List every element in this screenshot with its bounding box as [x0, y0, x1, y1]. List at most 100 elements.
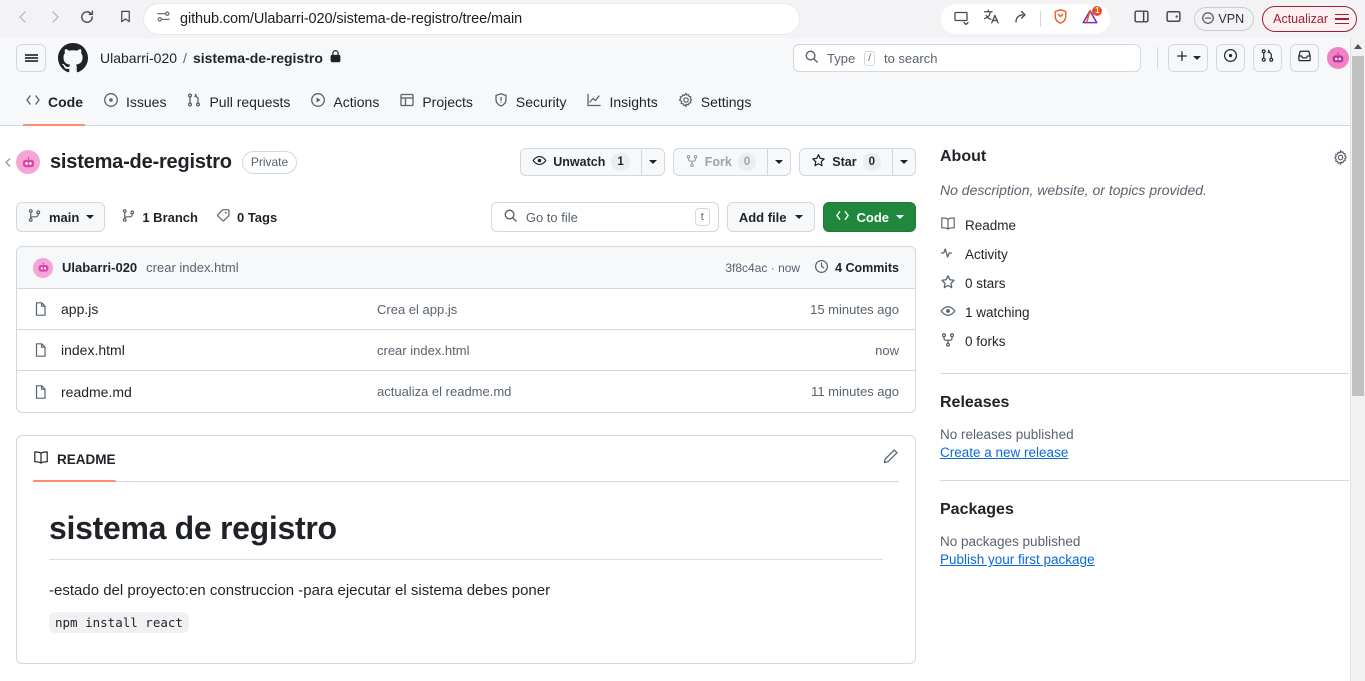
- global-nav-menu-button[interactable]: [16, 44, 46, 72]
- edit-repository-details-button[interactable]: [1332, 149, 1349, 166]
- search-shortcut-kbd: /: [864, 50, 875, 66]
- repo-sidebar: About No description, website, or topics…: [940, 126, 1349, 664]
- vpn-status-icon: [1202, 11, 1215, 27]
- forward-button[interactable]: [40, 5, 70, 33]
- forward-arrow-icon: [47, 9, 63, 30]
- create-release-link[interactable]: Create a new release: [940, 445, 1349, 460]
- site-settings-icon[interactable]: [156, 9, 171, 29]
- sidebar-toggle-button[interactable]: [1126, 5, 1156, 33]
- breadcrumb-repo[interactable]: sistema-de-registro: [193, 50, 323, 66]
- tab-label: Code: [48, 93, 83, 110]
- notifications-button[interactable]: [1290, 44, 1319, 72]
- sidebar-collapse-chevron-icon[interactable]: [2, 156, 15, 174]
- table-row[interactable]: index.html crear index.html now: [17, 330, 915, 371]
- tab-actions[interactable]: Actions: [301, 78, 388, 125]
- gear-icon: [678, 92, 694, 111]
- tab-settings[interactable]: Settings: [669, 78, 761, 125]
- about-stars-link[interactable]: 0 stars: [940, 272, 1349, 295]
- translate-button[interactable]: [977, 6, 1005, 32]
- about-forks-link[interactable]: 0 forks: [940, 330, 1349, 353]
- star-button[interactable]: Star 0: [799, 148, 892, 176]
- tab-projects[interactable]: Projects: [390, 78, 482, 125]
- about-readme-link[interactable]: Readme: [940, 214, 1349, 237]
- github-logo-icon[interactable]: [58, 43, 88, 73]
- commit-sha-time[interactable]: 3f8c4ac · now: [725, 261, 800, 275]
- pull-requests-button[interactable]: [1253, 44, 1282, 72]
- github-header-actions: [1155, 44, 1349, 72]
- pull-request-icon: [1260, 48, 1275, 68]
- share-icon: [1013, 9, 1029, 30]
- page-scrollbar[interactable]: [1350, 38, 1365, 681]
- reload-button[interactable]: [72, 5, 102, 33]
- edit-readme-button[interactable]: [882, 448, 899, 470]
- create-new-button[interactable]: [1168, 44, 1208, 72]
- back-button[interactable]: [8, 5, 38, 33]
- code-button-label: Code: [856, 209, 890, 225]
- brave-shields-button[interactable]: [1046, 6, 1074, 32]
- breadcrumb: Ulabarri-020 / sistema-de-registro: [100, 50, 342, 66]
- go-to-file-input[interactable]: Go to file t: [490, 202, 719, 232]
- file-commit-message[interactable]: Crea el app.js: [377, 302, 810, 317]
- avatar[interactable]: [1327, 47, 1349, 69]
- commit-author-avatar[interactable]: [33, 257, 53, 278]
- vpn-button[interactable]: VPN: [1194, 7, 1255, 31]
- table-row[interactable]: app.js Crea el app.js 15 minutes ago: [17, 289, 915, 330]
- address-bar[interactable]: github.com/Ulabarri-020/sistema-de-regis…: [144, 4, 799, 34]
- issues-button[interactable]: [1216, 44, 1245, 72]
- tab-security[interactable]: Security: [484, 78, 576, 125]
- about-item-label: 0 forks: [965, 334, 1006, 349]
- toolbar-divider: [1040, 11, 1042, 27]
- update-button[interactable]: Actualizar: [1262, 6, 1357, 32]
- plus-icon: [1175, 49, 1189, 68]
- back-arrow-icon: [15, 9, 31, 30]
- tab-readme[interactable]: README: [33, 436, 116, 482]
- code-icon: [835, 208, 850, 226]
- file-commit-message[interactable]: crear index.html: [377, 343, 875, 358]
- fork-button[interactable]: Fork 0: [672, 148, 768, 176]
- watch-dropdown-button[interactable]: [640, 148, 665, 176]
- eye-icon: [532, 153, 547, 171]
- picture-in-picture-button[interactable]: [947, 6, 975, 32]
- breadcrumb-owner[interactable]: Ulabarri-020: [100, 50, 177, 66]
- tab-code[interactable]: Code: [16, 78, 92, 126]
- branch-selector[interactable]: main: [16, 202, 106, 232]
- tab-label: Issues: [126, 93, 167, 110]
- file-name[interactable]: index.html: [61, 342, 377, 358]
- about-activity-link[interactable]: Activity: [940, 243, 1349, 266]
- file-name[interactable]: app.js: [61, 301, 377, 317]
- commit-author[interactable]: Ulabarri-020: [62, 260, 137, 275]
- tab-pull-requests[interactable]: Pull requests: [177, 78, 299, 125]
- publish-package-link[interactable]: Publish your first package: [940, 552, 1349, 567]
- unwatch-button[interactable]: Unwatch 1: [520, 148, 641, 176]
- brave-rewards-button[interactable]: 1: [1076, 6, 1104, 32]
- star-dropdown-button[interactable]: [892, 148, 916, 176]
- file-commit-message[interactable]: actualiza el readme.md: [377, 384, 811, 399]
- scrollbar-thumb[interactable]: [1352, 56, 1364, 396]
- file-commit-time: now: [875, 342, 899, 358]
- about-links: Readme Activity 0 stars 1 watching 0 for…: [940, 214, 1349, 353]
- table-row[interactable]: readme.md actualiza el readme.md 11 minu…: [17, 371, 915, 412]
- browser-menu-icon[interactable]: [1335, 13, 1349, 25]
- tab-issues[interactable]: Issues: [94, 78, 175, 125]
- brave-wallet-button[interactable]: [1158, 5, 1188, 33]
- fork-dropdown-button[interactable]: [767, 148, 792, 176]
- brave-toolbar-pill: 1: [941, 4, 1111, 34]
- commits-link[interactable]: 4 Commits: [814, 259, 899, 277]
- commit-meta: 3f8c4ac · now 4 Commits: [725, 259, 899, 277]
- add-file-button[interactable]: Add file: [726, 202, 815, 232]
- tab-insights[interactable]: Insights: [577, 78, 666, 125]
- tab-label: Insights: [609, 93, 658, 110]
- file-name[interactable]: readme.md: [61, 384, 377, 400]
- code-button[interactable]: Code: [822, 202, 916, 232]
- scrollbar-up-arrow[interactable]: [1351, 38, 1365, 54]
- branches-link[interactable]: 1 Branch: [121, 208, 198, 226]
- readme-code-snippet: npm install react: [49, 611, 189, 633]
- search-input[interactable]: Type / to search: [793, 44, 1141, 72]
- page-title[interactable]: sistema-de-registro: [50, 151, 232, 174]
- inbox-icon: [1297, 48, 1312, 68]
- tags-link[interactable]: 0 Tags: [216, 208, 277, 226]
- share-button[interactable]: [1007, 6, 1035, 32]
- bookmark-button[interactable]: [110, 5, 140, 33]
- about-watching-link[interactable]: 1 watching: [940, 301, 1349, 324]
- commit-message[interactable]: crear index.html: [146, 260, 238, 275]
